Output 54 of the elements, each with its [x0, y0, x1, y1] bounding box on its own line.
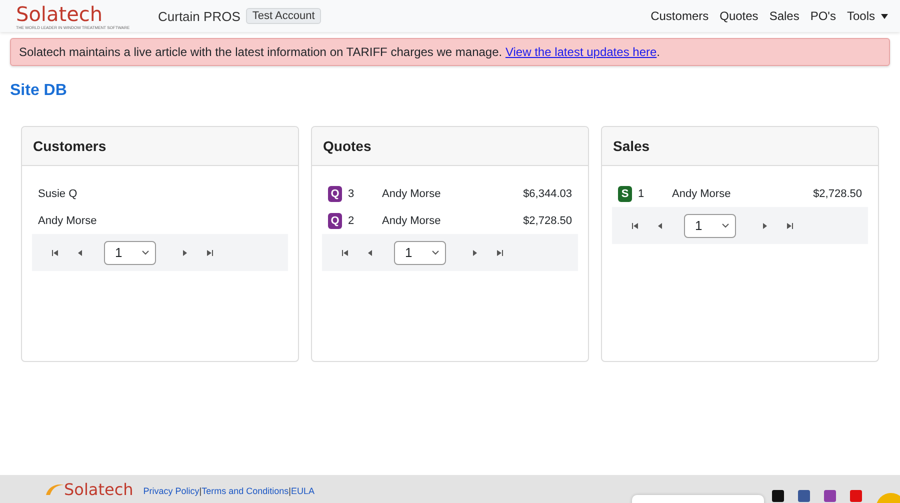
last-page-icon[interactable] — [206, 250, 212, 256]
logo[interactable]: Solatech — [16, 2, 146, 24]
customer-name: Andy Morse — [382, 214, 442, 226]
first-page-icon[interactable] — [632, 222, 638, 228]
record-number[interactable]: 1 — [638, 188, 672, 200]
record-type-badge: S — [618, 186, 632, 202]
card-title: Sales — [613, 138, 650, 154]
last-page-icon[interactable] — [786, 222, 792, 228]
card-title: Customers — [33, 138, 106, 154]
flame-icon — [46, 483, 64, 495]
amount: $2,728.50 — [813, 188, 862, 200]
chevron-down-icon — [432, 250, 439, 255]
record-number[interactable]: 3 — [348, 188, 382, 200]
nav-link[interactable]: Quotes — [720, 9, 758, 23]
amount: $6,344.03 — [523, 188, 572, 200]
first-page-icon[interactable] — [342, 250, 348, 256]
page-select[interactable]: 1 — [104, 240, 156, 264]
footer-link[interactable]: Terms and Conditions — [202, 485, 289, 497]
customer-name: Andy Morse — [382, 188, 442, 200]
next-page-icon[interactable] — [472, 250, 478, 256]
footer-link[interactable]: EULA — [291, 485, 315, 497]
link-separator: | — [288, 485, 291, 497]
footer-logo[interactable]: Solatech — [64, 480, 134, 498]
nav-link[interactable]: PO's — [810, 9, 836, 23]
nav-link[interactable]: Sales — [769, 9, 800, 23]
card-title: Quotes — [323, 138, 372, 154]
footer-link[interactable]: Privacy Policy — [143, 485, 200, 497]
previous-page-icon[interactable] — [656, 222, 662, 228]
next-page-icon[interactable] — [762, 222, 768, 228]
customer-name[interactable]: Susie Q — [38, 188, 78, 200]
app-name: Curtain PROS — [158, 8, 240, 24]
chevron-down-icon — [722, 223, 729, 228]
last-page-icon[interactable] — [496, 250, 502, 256]
link-separator: | — [199, 485, 202, 497]
next-page-icon[interactable] — [182, 250, 188, 256]
chevron-down-icon — [142, 250, 149, 255]
page-select[interactable]: 1 — [394, 240, 446, 264]
nav-link[interactable]: Customers — [650, 9, 709, 23]
amount: $2,728.50 — [523, 214, 572, 226]
account-badge: Test Account — [246, 8, 321, 24]
previous-page-icon[interactable] — [366, 250, 372, 256]
customer-name[interactable]: Andy Morse — [38, 214, 97, 226]
record-type-badge: Q — [328, 186, 342, 202]
customer-name: Andy Morse — [672, 188, 732, 200]
alert-message: Solatech maintains a live article with the latest information on TARIFF charges we manage. View the latest updates here. — [19, 45, 660, 59]
record-type-badge: Q — [328, 212, 342, 228]
nav-link[interactable]: Tools — [846, 9, 875, 23]
page-title: Site DB — [10, 82, 68, 100]
page-select[interactable]: 1 — [684, 214, 736, 238]
first-page-icon[interactable] — [52, 250, 58, 256]
updates-link[interactable]: View the latest updates here — [505, 45, 657, 59]
previous-page-icon[interactable] — [76, 250, 82, 256]
record-number[interactable]: 2 — [348, 214, 382, 226]
caret-icon[interactable] — [881, 14, 888, 18]
